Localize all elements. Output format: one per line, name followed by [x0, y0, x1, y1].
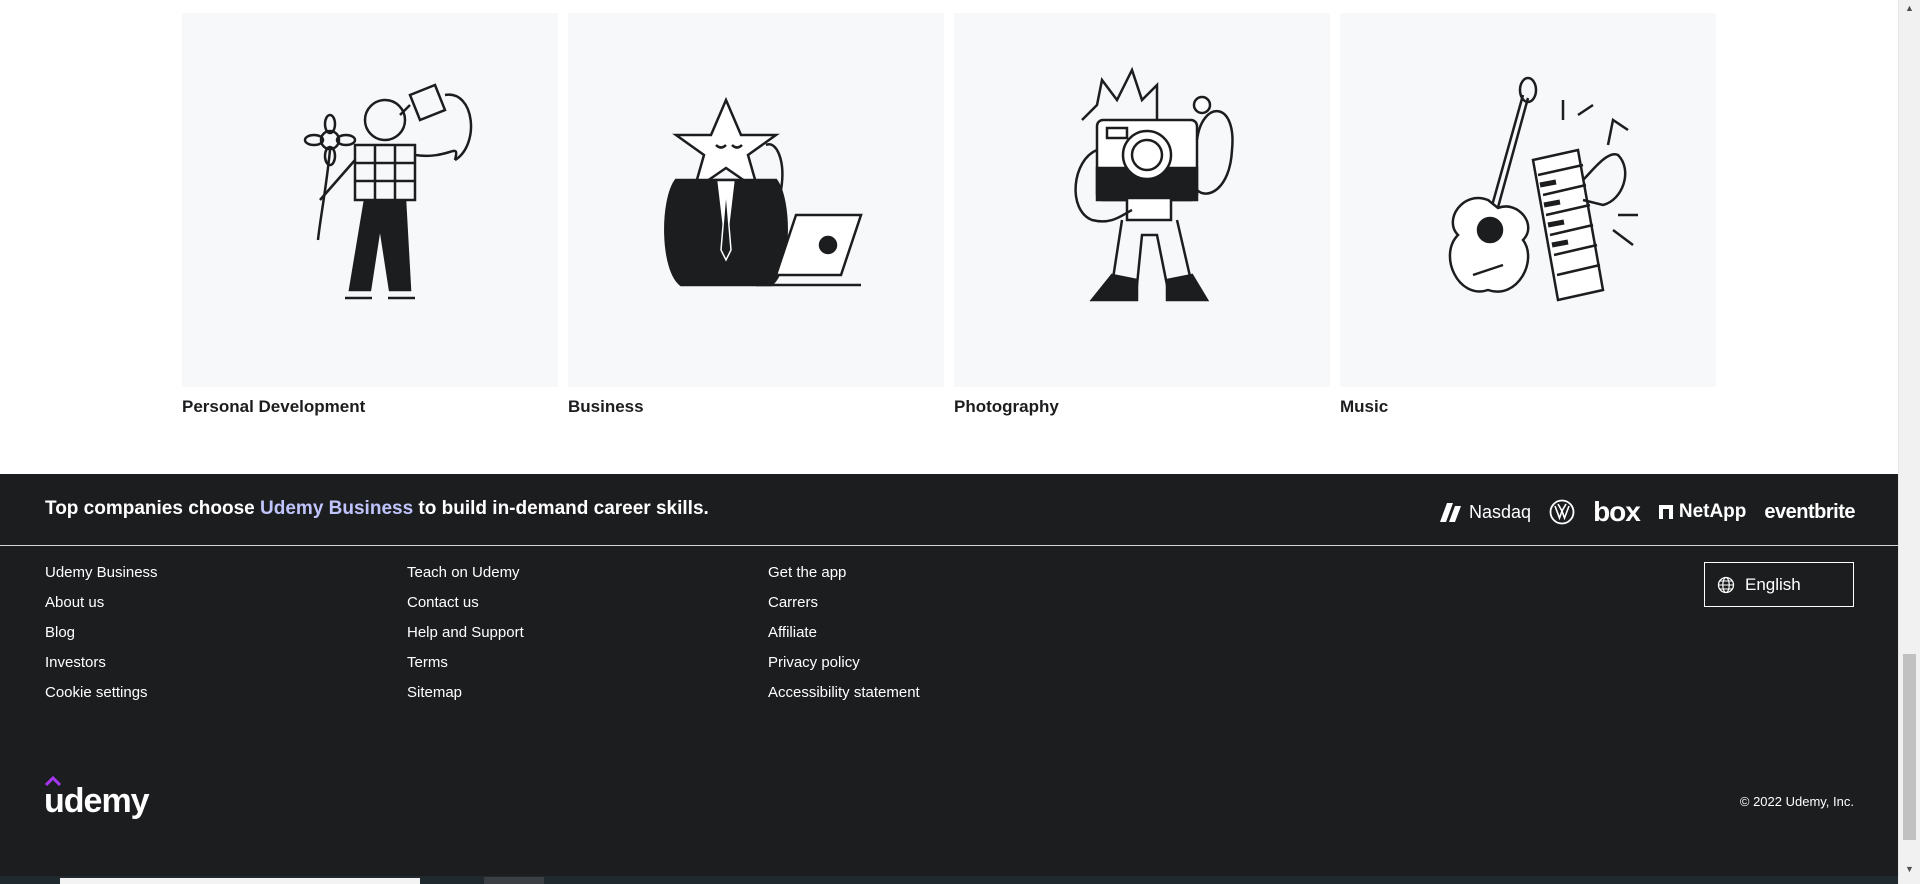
footer-links-column-2: Teach on Udemy Contact us Help and Suppo…: [407, 564, 727, 714]
footer-link-contact-us[interactable]: Contact us: [407, 594, 727, 612]
copyright-text: © 2022 Udemy, Inc.: [1739, 794, 1854, 809]
company-logos: Nasdaq box NetApp eventbrite: [1437, 496, 1855, 528]
guitar-piano-illustration[interactable]: [1340, 13, 1716, 387]
footer-link-terms[interactable]: Terms: [407, 654, 727, 672]
category-grid: Personal Development Business Photograph…: [182, 0, 1722, 474]
footer-link-affiliate[interactable]: Affiliate: [768, 624, 1088, 642]
nasdaq-logo: Nasdaq: [1437, 500, 1531, 524]
udemy-logo[interactable]: udemy: [44, 776, 150, 821]
netapp-logo: NetApp: [1658, 501, 1747, 523]
camera-character-illustration[interactable]: [954, 13, 1330, 387]
eventbrite-logo: eventbrite: [1764, 500, 1855, 523]
scroll-up-arrow-icon[interactable]: ▲: [1905, 3, 1914, 13]
udemy-business-link[interactable]: Udemy Business: [260, 498, 413, 519]
category-label[interactable]: Photography: [954, 397, 1330, 417]
scrollbar-thumb[interactable]: [1903, 654, 1916, 840]
site-footer: Top companies choose Udemy Business to b…: [0, 474, 1898, 884]
netapp-mark-icon: [1658, 505, 1673, 519]
footer-link-cookie-settings[interactable]: Cookie settings: [45, 684, 365, 702]
udemy-wordmark: udemy: [44, 782, 150, 820]
tagline-prefix: Top companies choose: [45, 498, 261, 519]
netapp-wordmark: NetApp: [1678, 501, 1747, 522]
footer-link-get-the-app[interactable]: Get the app: [768, 564, 1088, 582]
footer-links-column-3: Get the app Carrers Affiliate Privacy po…: [768, 564, 1088, 714]
scroll-down-arrow-icon[interactable]: ▼: [1905, 864, 1914, 874]
star-businessman-laptop-illustration[interactable]: [568, 13, 944, 387]
udemy-hat-icon: [45, 776, 61, 786]
volkswagen-icon: [1549, 499, 1575, 525]
footer-link-investors[interactable]: Investors: [45, 654, 365, 672]
box-logo: box: [1593, 496, 1641, 527]
language-selector-button[interactable]: English: [1704, 562, 1854, 607]
footer-link-carrers[interactable]: Carrers: [768, 594, 1088, 612]
footer-link-teach-on-udemy[interactable]: Teach on Udemy: [407, 564, 727, 582]
language-label: English: [1745, 574, 1801, 594]
category-card-photography[interactable]: Photography: [954, 13, 1330, 417]
nasdaq-wordmark: Nasdaq: [1469, 501, 1532, 522]
taskbar-search-box[interactable]: [60, 878, 420, 884]
footer-link-blog[interactable]: Blog: [45, 624, 365, 642]
volkswagen-logo: [1549, 499, 1575, 525]
footer-link-sitemap[interactable]: Sitemap: [407, 684, 727, 702]
vertical-scrollbar[interactable]: ▲ ▼: [1898, 0, 1920, 884]
footer-top-row: Top companies choose Udemy Business to b…: [0, 474, 1898, 546]
footer-link-about-us[interactable]: About us: [45, 594, 365, 612]
category-card-music[interactable]: Music: [1340, 13, 1716, 417]
footer-link-accessibility-statement[interactable]: Accessibility statement: [768, 684, 1088, 702]
nasdaq-mark-icon: [1440, 503, 1462, 522]
footer-link-privacy-policy[interactable]: Privacy policy: [768, 654, 1088, 672]
category-label[interactable]: Music: [1340, 397, 1716, 417]
category-card-business[interactable]: Business: [568, 13, 944, 417]
taskbar-fragment: [0, 876, 1898, 884]
category-label[interactable]: Business: [568, 397, 944, 417]
footer-link-help-and-support[interactable]: Help and Support: [407, 624, 727, 642]
person-watering-flower-illustration[interactable]: [182, 13, 558, 387]
category-label[interactable]: Personal Development: [182, 397, 558, 417]
footer-links-column-1: Udemy Business About us Blog Investors C…: [45, 564, 365, 714]
taskbar-app-button[interactable]: [484, 877, 544, 884]
tagline-suffix: to build in-demand career skills.: [413, 498, 709, 519]
footer-link-udemy-business[interactable]: Udemy Business: [45, 564, 365, 582]
footer-tagline: Top companies choose Udemy Business to b…: [45, 498, 709, 520]
category-card-personal-development[interactable]: Personal Development: [182, 13, 558, 417]
globe-icon: [1717, 576, 1735, 593]
